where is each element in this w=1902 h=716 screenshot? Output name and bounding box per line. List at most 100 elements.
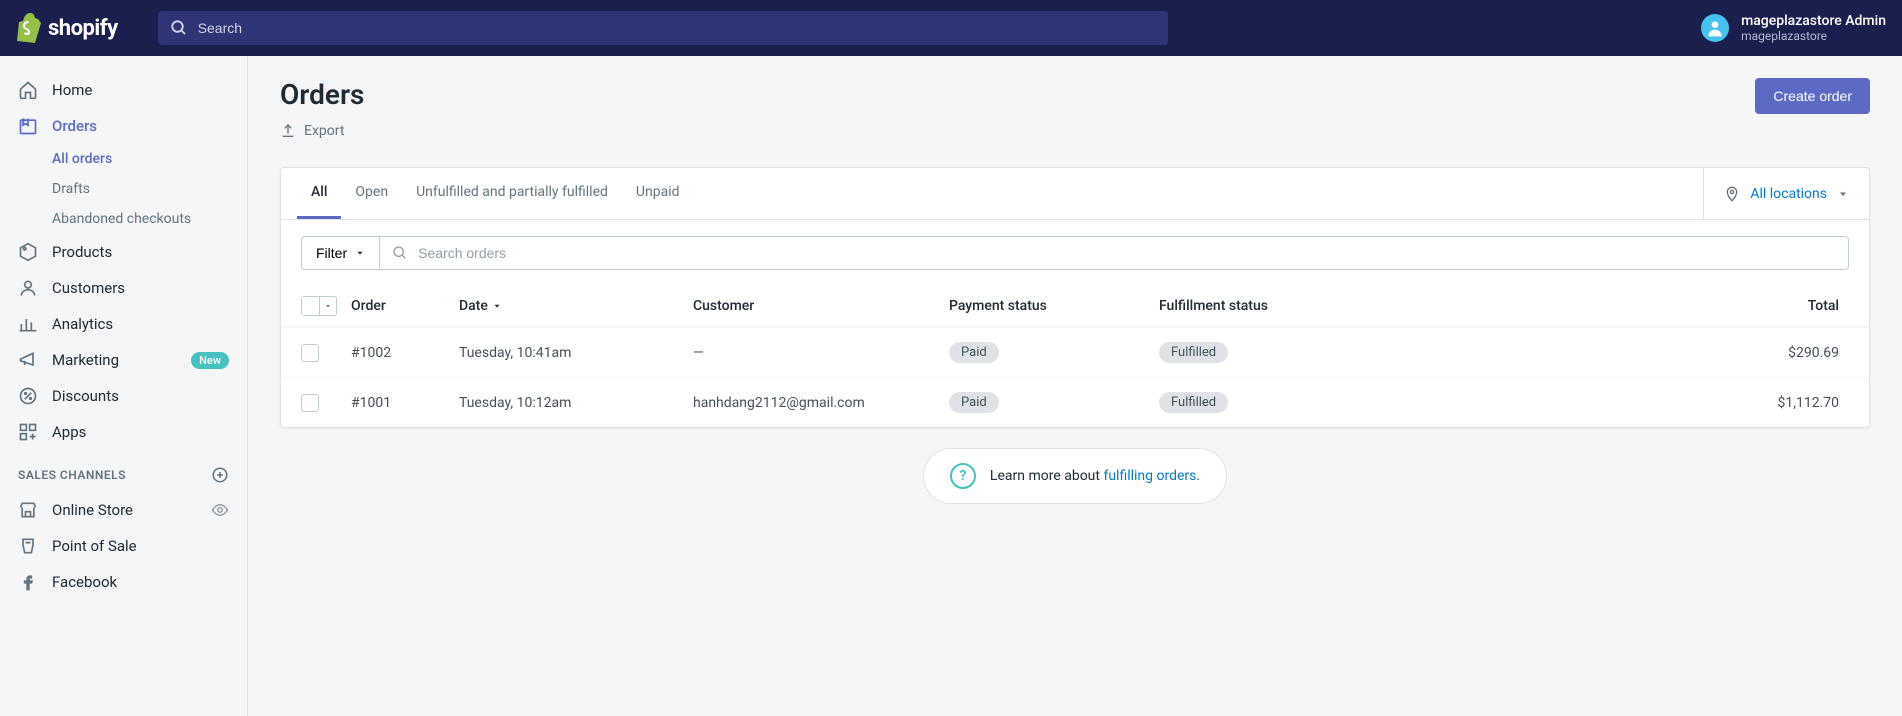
table-row[interactable]: #1001 Tuesday, 10:12am hanhdang2112@gmai… <box>281 377 1869 427</box>
sidebar-item-home[interactable]: Home <box>0 72 247 108</box>
cell-total: $290.69 <box>1389 345 1849 361</box>
tab-open[interactable]: Open <box>341 168 402 219</box>
sidebar-item-label: Home <box>52 81 92 99</box>
brand-name: shopify <box>48 16 118 41</box>
sidebar-item-customers[interactable]: Customers <box>0 270 247 306</box>
sidebar-item-label: Analytics <box>52 315 113 333</box>
sales-channels-heading: SALES CHANNELS <box>0 450 247 492</box>
sidebar-item-label: Products <box>52 243 112 261</box>
add-channel-icon[interactable] <box>211 466 229 484</box>
apps-icon <box>18 422 38 442</box>
payment-badge: Paid <box>949 342 999 363</box>
caret-down-icon[interactable] <box>320 297 336 315</box>
cell-customer: — <box>693 345 949 361</box>
global-search[interactable] <box>158 11 1168 45</box>
create-order-button[interactable]: Create order <box>1755 78 1870 114</box>
view-icon[interactable] <box>211 501 229 519</box>
sidebar-orders-sub: All orders Drafts Abandoned checkouts <box>0 144 247 234</box>
tab-unfulfilled[interactable]: Unfulfilled and partially fulfilled <box>402 168 622 219</box>
topbar-user[interactable]: mageplazastore Admin mageplazastore <box>1666 13 1886 43</box>
shopify-bag-icon <box>16 13 42 43</box>
col-order[interactable]: Order <box>351 298 459 314</box>
caret-down-icon <box>355 248 365 258</box>
page-title: Orders <box>280 78 364 111</box>
locations-dropdown[interactable]: All locations <box>1703 168 1869 219</box>
cell-date: Tuesday, 10:41am <box>459 345 693 361</box>
cell-date: Tuesday, 10:12am <box>459 395 693 411</box>
sidebar-item-apps[interactable]: Apps <box>0 414 247 450</box>
online-store-icon <box>18 500 38 520</box>
export-icon <box>280 123 296 139</box>
page-header: Orders Export Create order <box>280 78 1870 143</box>
avatar <box>1701 14 1729 42</box>
sidebar-item-label: Online Store <box>52 501 133 519</box>
cell-order: #1002 <box>351 345 459 361</box>
discounts-icon <box>18 386 38 406</box>
sidebar-item-label: Facebook <box>52 573 117 591</box>
search-input[interactable] <box>198 20 1156 36</box>
table-header: Order Date Customer Payment status Fulfi… <box>281 286 1869 327</box>
help-text: Learn more about fulfilling orders. <box>990 468 1200 484</box>
search-orders-input[interactable] <box>418 245 1836 261</box>
home-icon <box>18 80 38 100</box>
tab-all[interactable]: All <box>297 168 341 219</box>
help-icon: ? <box>950 463 976 489</box>
sidebar-item-marketing[interactable]: Marketing New <box>0 342 247 378</box>
sidebar-channel-facebook[interactable]: Facebook <box>0 564 247 600</box>
select-all-checkbox[interactable] <box>301 296 337 316</box>
col-payment[interactable]: Payment status <box>949 298 1159 314</box>
user-name: mageplazastore Admin <box>1741 13 1886 29</box>
search-icon <box>392 245 408 261</box>
sidebar-item-label: Orders <box>52 117 97 135</box>
col-total[interactable]: Total <box>1389 298 1849 314</box>
filter-button[interactable]: Filter <box>301 236 380 270</box>
col-fulfillment[interactable]: Fulfillment status <box>1159 298 1389 314</box>
facebook-icon <box>18 572 38 592</box>
sidebar-item-label: Discounts <box>52 387 119 405</box>
location-pin-icon <box>1724 186 1740 202</box>
sidebar: Home Orders All orders Drafts Abandoned … <box>0 56 248 716</box>
brand-logo: shopify <box>16 13 118 43</box>
orders-card: All Open Unfulfilled and partially fulfi… <box>280 167 1870 428</box>
search-wrap <box>158 11 1168 45</box>
sidebar-item-label: Marketing <box>52 351 119 369</box>
main-content: Orders Export Create order All Open Unfu… <box>248 56 1902 716</box>
col-date[interactable]: Date <box>459 298 693 314</box>
sort-desc-icon <box>492 301 502 311</box>
row-checkbox[interactable] <box>301 394 319 412</box>
sidebar-sub-all-orders[interactable]: All orders <box>52 144 247 174</box>
search-orders[interactable] <box>380 236 1849 270</box>
cell-total: $1,112.70 <box>1389 395 1849 411</box>
sidebar-item-products[interactable]: Products <box>0 234 247 270</box>
customers-icon <box>18 278 38 298</box>
sidebar-sub-abandoned[interactable]: Abandoned checkouts <box>52 204 247 234</box>
export-button[interactable]: Export <box>280 119 344 143</box>
sidebar-item-analytics[interactable]: Analytics <box>0 306 247 342</box>
filter-row: Filter <box>281 220 1869 286</box>
sidebar-channel-online-store[interactable]: Online Store <box>0 492 247 528</box>
tabs-row: All Open Unfulfilled and partially fulfi… <box>281 168 1869 220</box>
table-row[interactable]: #1002 Tuesday, 10:41am — Paid Fulfilled … <box>281 327 1869 377</box>
user-info: mageplazastore Admin mageplazastore <box>1741 13 1886 43</box>
sidebar-item-label: Point of Sale <box>52 537 137 555</box>
sidebar-item-orders[interactable]: Orders <box>0 108 247 144</box>
products-icon <box>18 242 38 262</box>
orders-table: Order Date Customer Payment status Fulfi… <box>281 286 1869 427</box>
cell-customer: hanhdang2112@gmail.com <box>693 395 949 411</box>
help-pill: ? Learn more about fulfilling orders. <box>923 448 1227 504</box>
payment-badge: Paid <box>949 392 999 413</box>
sidebar-sub-drafts[interactable]: Drafts <box>52 174 247 204</box>
sidebar-item-discounts[interactable]: Discounts <box>0 378 247 414</box>
row-checkbox[interactable] <box>301 344 319 362</box>
cell-order: #1001 <box>351 395 459 411</box>
marketing-icon <box>18 350 38 370</box>
orders-icon <box>18 116 38 136</box>
pos-icon <box>18 536 38 556</box>
tab-unpaid[interactable]: Unpaid <box>622 168 694 219</box>
sidebar-item-label: Customers <box>52 279 125 297</box>
help-link[interactable]: fulfilling orders <box>1103 468 1196 484</box>
analytics-icon <box>18 314 38 334</box>
new-badge: New <box>191 352 229 369</box>
col-customer[interactable]: Customer <box>693 298 949 314</box>
sidebar-channel-pos[interactable]: Point of Sale <box>0 528 247 564</box>
